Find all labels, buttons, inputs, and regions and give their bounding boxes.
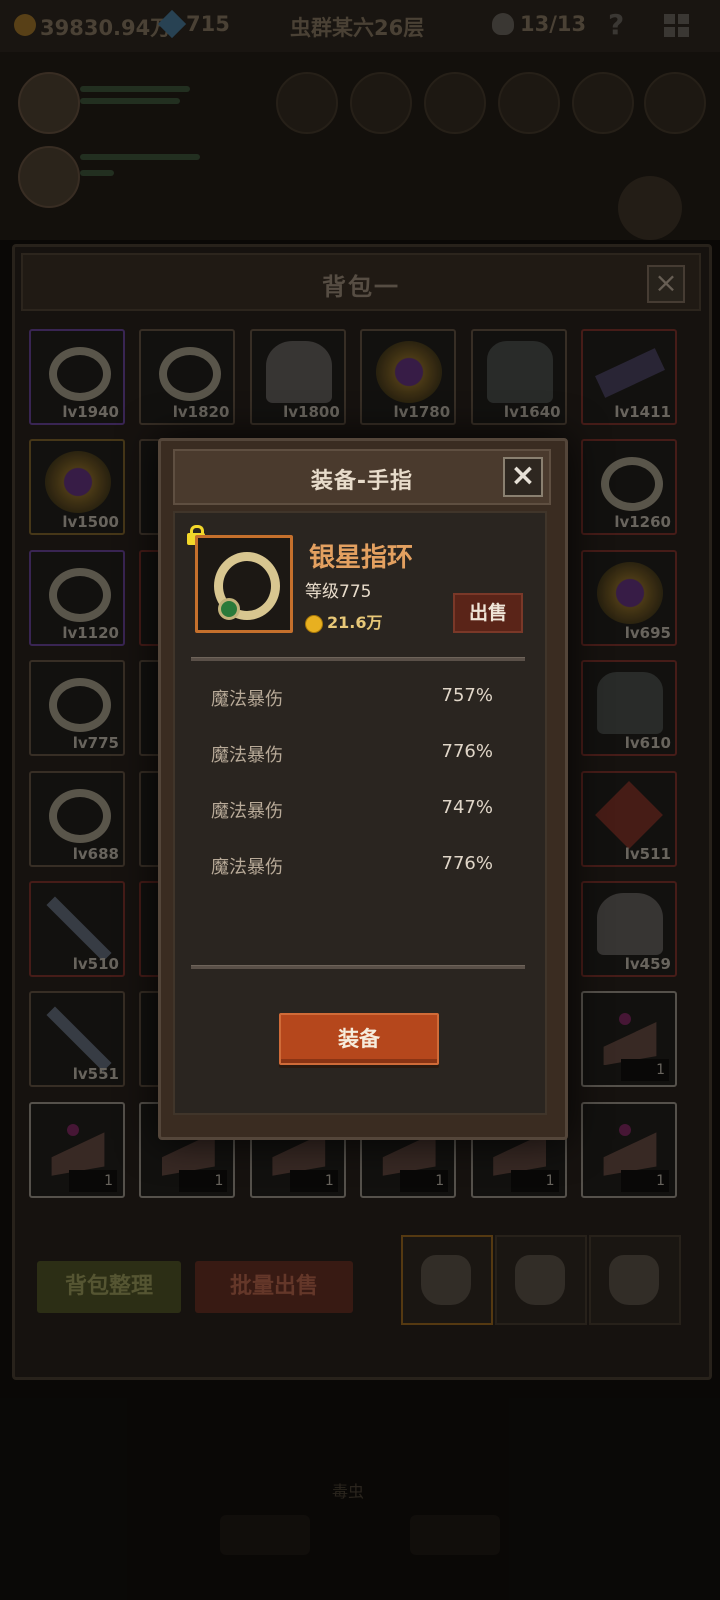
stat-row: 魔法暴伤 747% bbox=[211, 797, 493, 827]
equipment-dialog: 装备-手指 × 银星指环 等级775 21.6万 出售 魔法暴伤 757% 魔法… bbox=[158, 438, 568, 1140]
sell-button[interactable]: 出售 bbox=[453, 593, 523, 633]
item-level: 等级775 bbox=[305, 582, 372, 602]
stat-name: 魔法暴伤 bbox=[211, 857, 283, 878]
stat-name: 魔法暴伤 bbox=[211, 745, 283, 766]
stat-row: 魔法暴伤 776% bbox=[211, 853, 493, 883]
equip-button[interactable]: 装备 bbox=[279, 1013, 439, 1065]
ring-gem-icon bbox=[218, 598, 240, 620]
stat-name: 魔法暴伤 bbox=[211, 801, 283, 822]
stat-value: 776% bbox=[441, 741, 493, 762]
dialog-title: 装备-手指 bbox=[310, 469, 414, 494]
item-name: 银星指环 bbox=[309, 543, 414, 573]
stat-name: 魔法暴伤 bbox=[211, 689, 283, 710]
dialog-header: 装备-手指 × bbox=[173, 449, 551, 505]
stat-row: 魔法暴伤 776% bbox=[211, 741, 493, 771]
item-price-value: 21.6万 bbox=[327, 613, 383, 632]
item-price: 21.6万 bbox=[305, 609, 382, 633]
stat-value: 757% bbox=[441, 685, 493, 706]
stat-row: 魔法暴伤 757% bbox=[211, 685, 493, 715]
gold-coin-icon bbox=[305, 614, 323, 633]
item-icon-frame bbox=[195, 535, 293, 633]
dialog-body: 银星指环 等级775 21.6万 出售 魔法暴伤 757% 魔法暴伤 776% … bbox=[173, 511, 547, 1115]
stat-value: 747% bbox=[441, 797, 493, 818]
stat-value: 776% bbox=[441, 853, 493, 874]
divider bbox=[191, 657, 525, 661]
dialog-close-button[interactable]: × bbox=[503, 457, 543, 497]
divider bbox=[191, 965, 525, 969]
